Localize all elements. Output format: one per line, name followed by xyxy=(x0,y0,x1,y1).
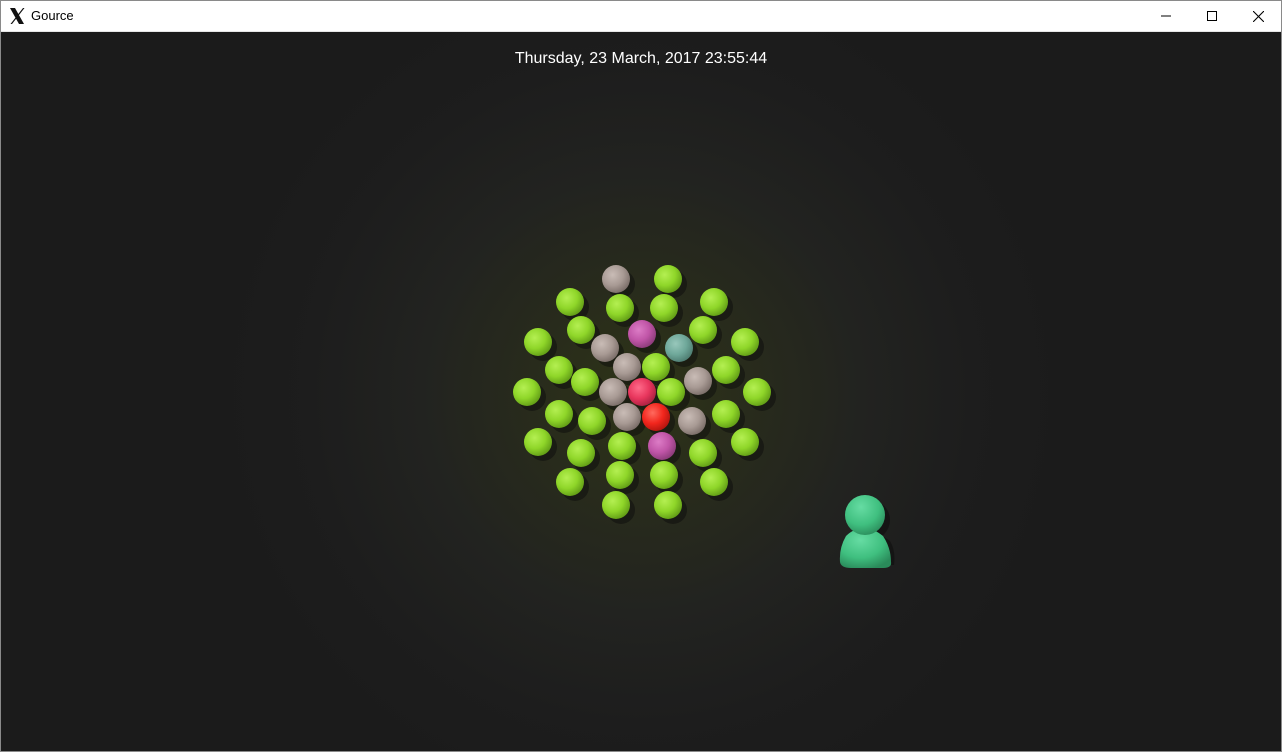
user-avatar xyxy=(839,495,895,568)
file-node-green xyxy=(642,353,670,381)
file-node-pinkred xyxy=(628,378,656,406)
file-node-gray xyxy=(613,353,641,381)
file-node-gray xyxy=(602,265,630,293)
file-node-green xyxy=(650,294,678,322)
maximize-icon xyxy=(1207,11,1217,21)
x-logo-icon xyxy=(8,7,26,25)
file-node-magenta xyxy=(648,432,676,460)
minimize-icon xyxy=(1161,11,1171,21)
maximize-button[interactable] xyxy=(1189,1,1235,31)
file-node-green xyxy=(712,356,740,384)
file-node-magenta xyxy=(628,320,656,348)
file-node-red xyxy=(642,403,670,431)
file-node-green xyxy=(578,407,606,435)
file-node-green xyxy=(606,294,634,322)
close-icon xyxy=(1252,10,1264,22)
file-node-gray xyxy=(678,407,706,435)
file-node-green xyxy=(700,468,728,496)
file-node-green xyxy=(571,368,599,396)
file-node-green xyxy=(545,400,573,428)
file-node-gray xyxy=(613,403,641,431)
file-node-green xyxy=(731,428,759,456)
file-node-gray xyxy=(684,367,712,395)
file-tree-scene xyxy=(513,265,895,568)
file-node-green xyxy=(731,328,759,356)
file-node-green xyxy=(606,461,634,489)
file-node-gray xyxy=(591,334,619,362)
file-node-green xyxy=(567,439,595,467)
file-node-green xyxy=(524,428,552,456)
visualization-canvas[interactable]: Thursday, 23 March, 2017 23:55:44 xyxy=(1,32,1281,751)
file-node-green xyxy=(650,461,678,489)
file-node-green xyxy=(689,439,717,467)
gource-window: Gource Thursday, 23 March, 2017 23:55:44 xyxy=(0,0,1282,752)
file-node-green xyxy=(657,378,685,406)
file-node-green xyxy=(602,491,630,519)
file-node-green xyxy=(556,468,584,496)
file-node-green xyxy=(743,378,771,406)
file-node-teal xyxy=(665,334,693,362)
file-node-green xyxy=(700,288,728,316)
file-node-green xyxy=(654,491,682,519)
file-node-green xyxy=(524,328,552,356)
file-node-green xyxy=(545,356,573,384)
file-node-green xyxy=(608,432,636,460)
file-node-gray xyxy=(599,378,627,406)
file-node-green xyxy=(556,288,584,316)
file-nodes xyxy=(513,265,776,524)
file-node-green xyxy=(513,378,541,406)
title-bar[interactable]: Gource xyxy=(1,1,1281,32)
file-node-green xyxy=(654,265,682,293)
minimize-button[interactable] xyxy=(1143,1,1189,31)
window-title: Gource xyxy=(31,8,74,23)
file-node-green xyxy=(689,316,717,344)
file-node-green xyxy=(712,400,740,428)
file-node-green xyxy=(567,316,595,344)
close-button[interactable] xyxy=(1235,1,1281,31)
